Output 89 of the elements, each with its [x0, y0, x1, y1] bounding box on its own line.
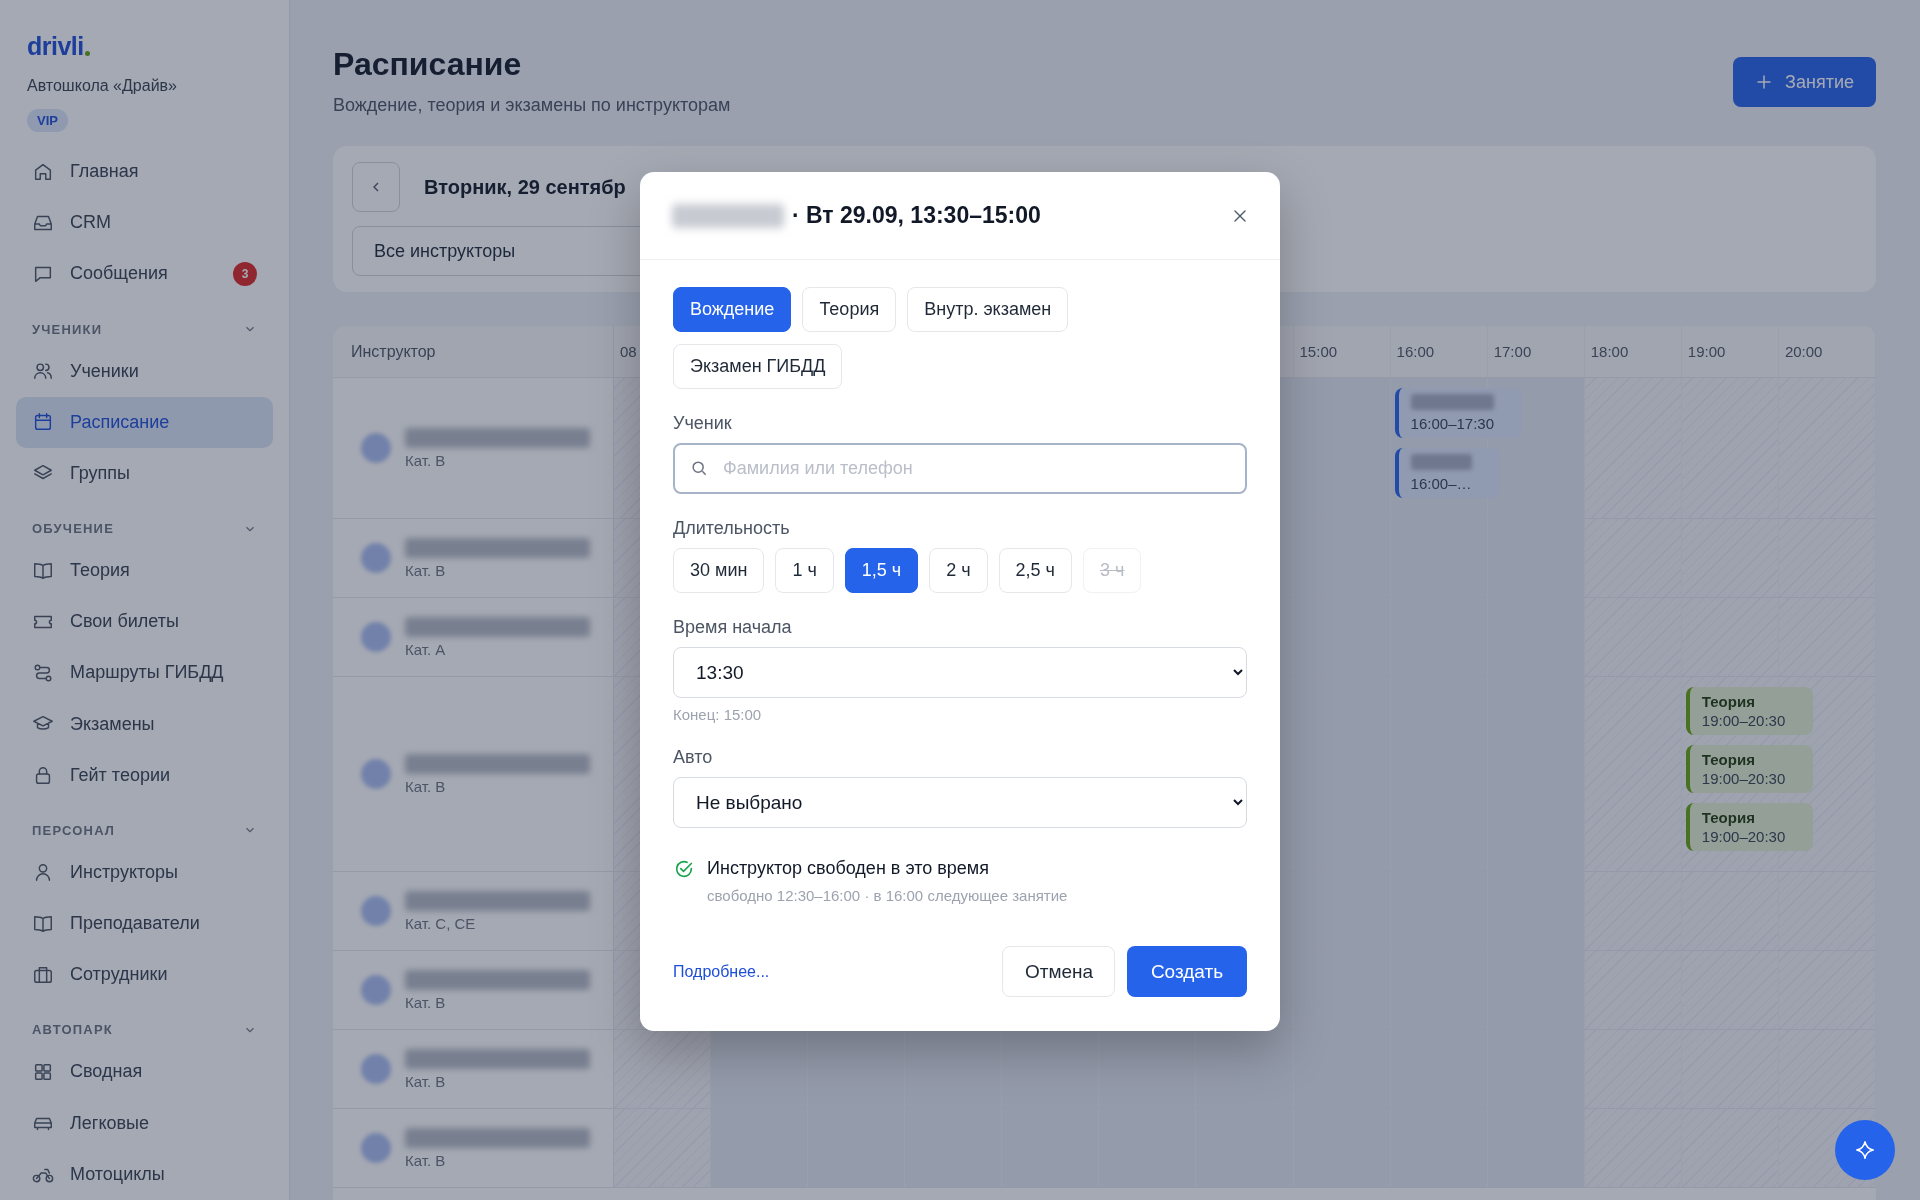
field-label: Время начала — [673, 617, 793, 638]
student-search-field[interactable]: Фамилия или телефон — [673, 443, 1247, 494]
date-label: Вторник, 29 сентябр — [424, 175, 626, 199]
nav-item[interactable]: Свои билеты — [16, 596, 273, 648]
availability-detail: свободно 12:30–16:00 · в 16:00 следующее занятие — [707, 887, 1068, 904]
nav-item[interactable]: Группы — [16, 447, 273, 500]
duration-option[interactable]: 2,5 ч — [998, 548, 1072, 593]
lesson-time: 16:00–… — [1410, 475, 1472, 492]
plus-icon — [1755, 73, 1774, 91]
duration-option[interactable]: 2 ч — [929, 548, 988, 593]
nav-item[interactable]: Преподаватели — [16, 898, 273, 950]
nav-item[interactable]: Сообщения 3 — [16, 248, 273, 300]
nav-item[interactable]: CRM — [16, 197, 273, 249]
dialog-title: · Вт 29.09, 13:30–15:00 — [792, 202, 1041, 229]
page-subtitle: Вождение, теория и экзамены по инструкторам — [333, 95, 731, 116]
lesson-title: Теория — [1701, 693, 1756, 710]
avatar — [361, 1054, 391, 1084]
instructor-category: Кат. B — [405, 561, 447, 579]
nav-item[interactable]: Гейт теории — [16, 749, 273, 801]
lesson-type-option[interactable]: Вождение — [673, 287, 792, 332]
grid-icon — [32, 1061, 54, 1083]
lesson-type-option[interactable]: Теория — [802, 287, 897, 332]
add-lesson-button[interactable]: Занятие — [1733, 57, 1876, 107]
section-title: ОБУЧЕНИЕ — [32, 521, 115, 537]
nav-item[interactable]: Маршруты ГИБДД — [16, 647, 273, 699]
sparkle-icon — [1854, 1139, 1876, 1161]
blurred-name — [1410, 454, 1472, 470]
lesson-title: Теория — [1701, 751, 1756, 768]
lesson-time: 19:00–20:30 — [1701, 770, 1786, 787]
nav-item[interactable]: Сотрудники — [16, 949, 273, 1001]
nav-item[interactable]: Сводная — [16, 1046, 273, 1098]
avatar — [361, 622, 391, 652]
school-name: Автошкола «Драйв» — [26, 77, 178, 95]
duration-option[interactable]: 1 ч — [775, 548, 834, 593]
field-label: Ученик — [673, 413, 733, 434]
field-label: Длительность — [673, 518, 791, 539]
avatar — [361, 1133, 391, 1163]
lesson-time: 19:00–20:30 — [1701, 712, 1786, 729]
nav-item[interactable]: Расписание — [16, 396, 273, 448]
route-icon — [32, 661, 54, 684]
nav-item[interactable]: Легковые — [16, 1097, 273, 1149]
lesson-type-option[interactable]: Внутр. экзамен — [907, 287, 1069, 332]
logo: drivli — [16, 32, 273, 61]
lesson-card[interactable]: Теория 19:00–20:30 — [1685, 687, 1814, 735]
section-title: АВТОПАРК — [32, 1022, 113, 1038]
lesson-card[interactable]: Теория 19:00–20:30 — [1685, 745, 1814, 793]
search-icon — [689, 458, 709, 478]
avatar — [361, 433, 391, 463]
nav-item[interactable]: Теория — [16, 545, 273, 597]
details-link[interactable]: Подробнее... — [673, 962, 770, 981]
lesson-type-option[interactable]: Экзамен ГИБДД — [673, 344, 843, 389]
car-select[interactable]: Не выбрано — [673, 777, 1247, 828]
duration-option[interactable]: 30 мин — [673, 548, 765, 593]
lesson-time: 19:00–20:30 — [1701, 828, 1786, 845]
avatar — [361, 896, 391, 926]
avatar — [361, 759, 391, 789]
availability-status: Инструктор свободен в это время — [707, 858, 990, 879]
instructor-category: Кат. B — [405, 1151, 447, 1169]
lesson-time: 16:00–17:30 — [1410, 415, 1495, 432]
instructor-category: Кат. B — [405, 1072, 447, 1090]
create-button[interactable]: Создать — [1127, 946, 1247, 997]
avatar — [361, 975, 391, 1005]
nav-item[interactable]: Главная — [16, 146, 273, 198]
instructor-category: Кат. B — [405, 777, 447, 795]
previous-day-button[interactable] — [352, 162, 400, 212]
field-label: Авто — [673, 747, 714, 768]
page-title: Расписание — [333, 46, 523, 83]
lesson-card[interactable]: Теория 19:00–20:30 — [1685, 803, 1814, 851]
start-time-select[interactable]: 13:30 — [673, 647, 1247, 698]
nav-item[interactable]: Инструкторы — [16, 846, 273, 899]
check-circle-icon — [673, 858, 695, 880]
duration-option[interactable]: 1,5 ч — [844, 548, 919, 593]
cancel-button[interactable]: Отмена — [1002, 946, 1115, 997]
nav-item[interactable]: Ученики — [16, 345, 273, 397]
nav-item[interactable]: Экзамены — [16, 698, 273, 750]
instructor-category: Кат. A — [405, 640, 447, 658]
plan-badge: VIP — [27, 109, 68, 132]
section-title: УЧЕНИКИ — [32, 321, 103, 337]
lesson-title: Теория — [1701, 809, 1756, 826]
nav-item[interactable]: Мотоциклы — [16, 1148, 273, 1200]
instructor-category: Кат. C, CE — [405, 914, 477, 932]
section-title: ПЕРСОНАЛ — [32, 822, 116, 838]
lesson-card[interactable]: 16:00–… — [1394, 448, 1500, 498]
instructor-category: Кат. B — [405, 451, 447, 469]
avatar — [361, 543, 391, 573]
end-time-hint: Конец: 15:00 — [673, 706, 763, 723]
unread-count-badge: 3 — [233, 261, 257, 286]
lesson-card[interactable]: 16:00–17:30 — [1394, 388, 1523, 438]
instructor-category: Кат. B — [405, 993, 447, 1011]
